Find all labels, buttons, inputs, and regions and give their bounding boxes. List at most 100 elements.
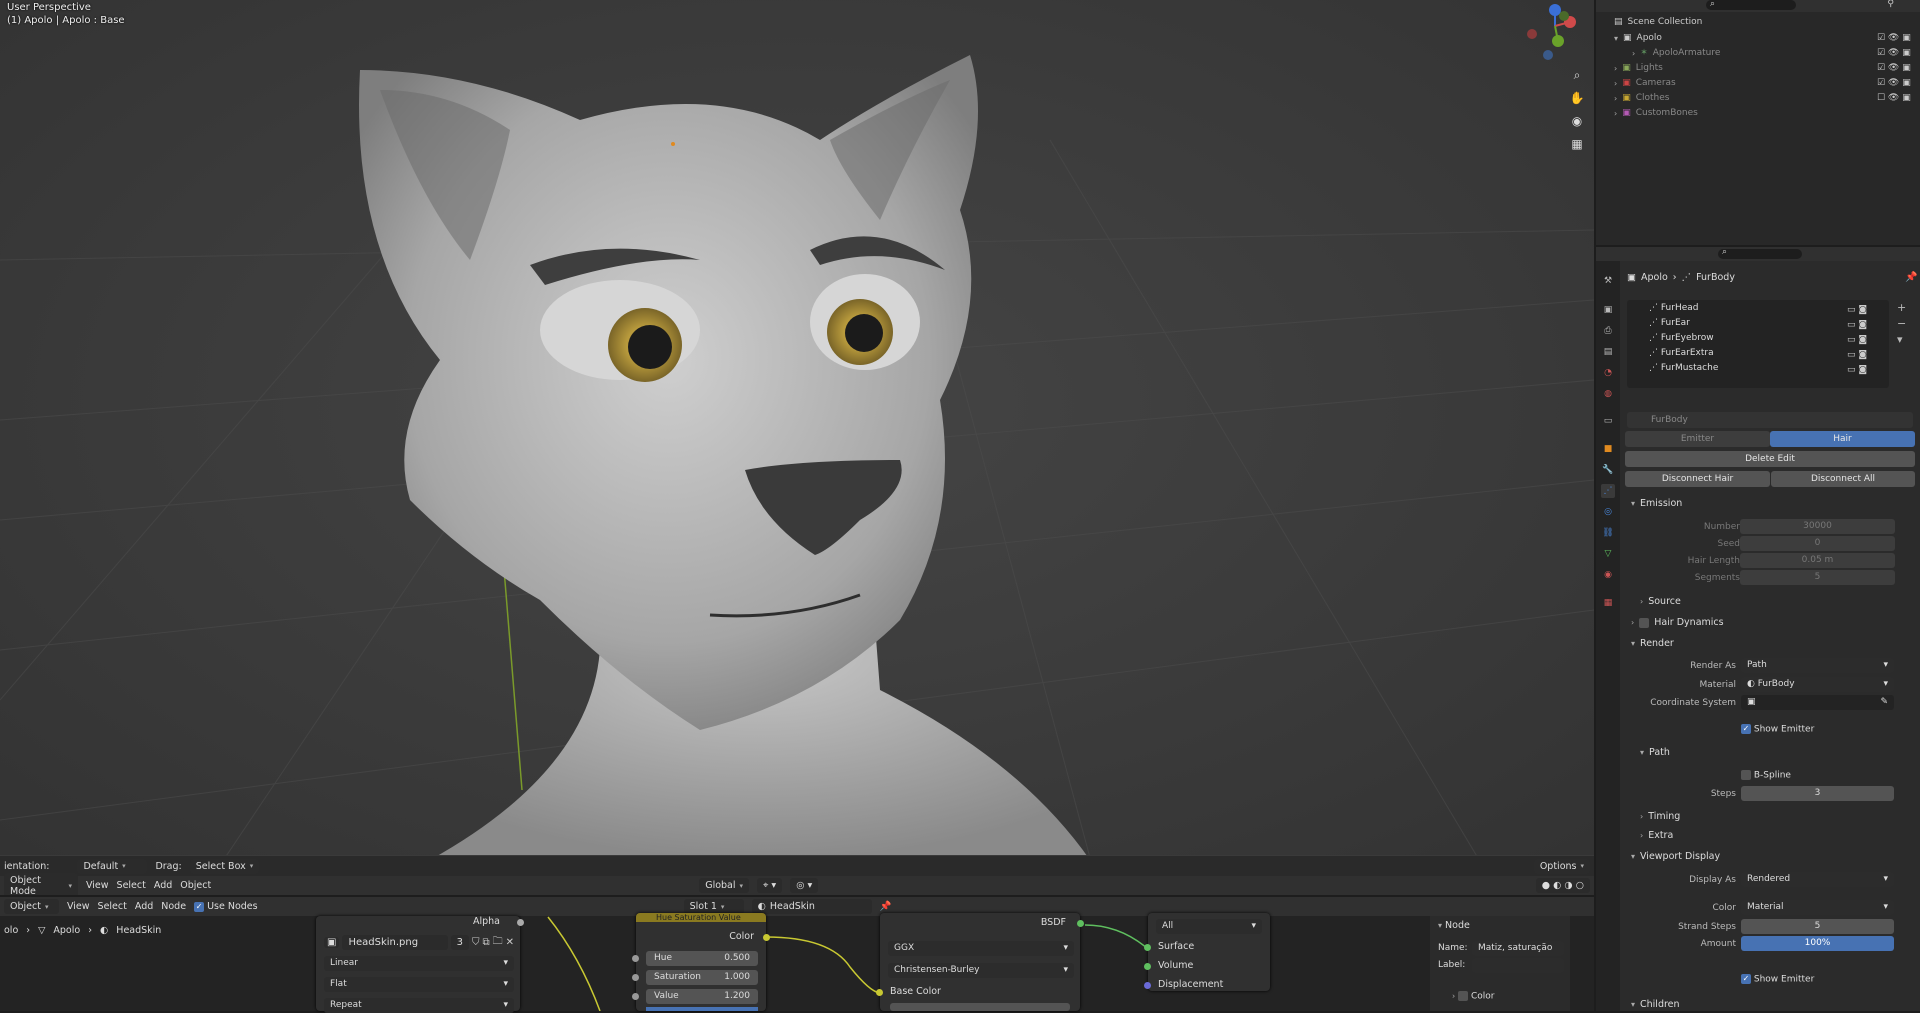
surface-socket[interactable] (1144, 944, 1151, 951)
menu-add[interactable]: Add (154, 880, 172, 891)
outliner-scene-collection[interactable]: ▤ Scene Collection (1614, 15, 1702, 29)
children-panel-header[interactable]: ▾ Children (1631, 999, 1680, 1010)
node-mode-dropdown[interactable]: Object ▾ (4, 899, 59, 914)
menu-select[interactable]: Select (117, 880, 146, 891)
principled-bsdf-node[interactable]: BSDF GGX ▾ Christensen-Burley ▾ Base Color (876, 913, 1084, 1011)
bspline-checkbox[interactable]: B-Spline (1741, 770, 1791, 781)
particle-system-item[interactable]: ⋰ FurMustache (1649, 363, 1718, 373)
drag-dropdown[interactable]: Select Box ▾ (189, 858, 260, 874)
material-selector[interactable]: ◐ HeadSkin (751, 899, 872, 914)
node-menu-add[interactable]: Add (135, 901, 153, 912)
color-dropdown[interactable]: Material ▾ (1741, 900, 1894, 915)
image-selector[interactable]: ▣ HeadSkin.png 3 ⛉ ⧉ 🗀 ✕ (324, 934, 514, 950)
eyedropper-icon[interactable]: ✎ (1880, 695, 1888, 710)
node-panel-header[interactable]: ▾ Node (1438, 920, 1470, 931)
volume-socket[interactable] (1144, 963, 1151, 970)
material-tab-icon[interactable]: ◉ (1601, 568, 1615, 582)
transform-orientation-dropdown[interactable]: Global ▾ (699, 878, 750, 893)
world-tab-icon[interactable]: ◍ (1601, 387, 1615, 401)
output-tab-icon[interactable]: ⎙ (1601, 324, 1615, 338)
interpolation-dropdown[interactable]: Linear ▾ (324, 956, 514, 971)
image-texture-node[interactable]: Alpha ▣ HeadSkin.png 3 ⛉ ⧉ 🗀 ✕ Linear ▾ F… (316, 916, 524, 1013)
projection-dropdown[interactable]: Flat ▾ (324, 977, 514, 992)
render-panel-header[interactable]: ▾ Render (1631, 638, 1674, 649)
snap-icon[interactable]: ⌖ ▾ (757, 878, 783, 893)
tool-tab-icon[interactable]: ⚒ (1601, 274, 1615, 288)
hsv-node[interactable]: Hue Saturation Value Color Hue 0.500 Satu… (632, 913, 770, 1011)
hair-tab[interactable]: Hair (1770, 431, 1915, 447)
node-label-field[interactable] (1472, 958, 1564, 973)
subsurface-method-dropdown[interactable]: Christensen-Burley ▾ (888, 963, 1074, 978)
folder-icon[interactable]: 🗀 (493, 934, 503, 951)
subsurface-field[interactable] (890, 1003, 1070, 1011)
render-tab-icon[interactable]: ▣ (1601, 303, 1615, 317)
show-emitter-checkbox[interactable]: ✓ Show Emitter (1741, 724, 1814, 735)
camera-icon[interactable]: ◉ (1567, 111, 1587, 131)
hair-length-field[interactable]: 0.05 m (1740, 553, 1895, 568)
hand-pan-icon[interactable]: ✋ (1567, 88, 1587, 108)
shading-solid-icon[interactable]: ● ◐ ◑ ○ (1535, 878, 1590, 893)
strand-steps-field[interactable]: 5 (1741, 919, 1894, 934)
hair-dynamics-panel-header[interactable]: › Hair Dynamics (1631, 617, 1724, 628)
saturation-field[interactable]: Saturation 1.000 (646, 970, 758, 985)
outliner-item-custombones[interactable]: › ▣ CustomBones (1614, 106, 1698, 120)
constraints-tab-icon[interactable]: ⛓ (1601, 526, 1615, 540)
bsdf-output-socket[interactable] (1077, 920, 1084, 927)
modifier-tab-icon[interactable]: 🔧 (1601, 463, 1615, 477)
grid-icon[interactable]: ▦ (1567, 134, 1587, 154)
timing-panel-header[interactable]: › Timing (1640, 811, 1680, 822)
value-field[interactable]: Value 1.200 (646, 989, 758, 1004)
seed-field[interactable]: 0 (1740, 536, 1895, 551)
alpha-socket[interactable] (517, 919, 524, 926)
collection-tab-icon[interactable]: ▭ (1601, 414, 1615, 428)
particle-system-item[interactable]: ⋰ FurEar (1649, 318, 1690, 328)
coordinate-system-field[interactable]: ▣ ✎ (1741, 695, 1894, 710)
outliner-item-lights[interactable]: › ▣ Lights (1614, 61, 1663, 75)
pin-icon[interactable]: 📌 (880, 901, 892, 912)
render-as-dropdown[interactable]: Path ▾ (1741, 658, 1894, 673)
particle-system-item[interactable]: ⋰ FurHead (1649, 303, 1699, 313)
material-dropdown[interactable]: ◐ FurBody ▾ (1741, 677, 1894, 692)
list-add-remove-buttons[interactable]: + − ▾ (1897, 300, 1906, 348)
emission-panel-header[interactable]: ▾ Emission (1631, 498, 1682, 509)
outliner-item-apoloarmature[interactable]: › ✶ ApoloArmature (1632, 46, 1720, 60)
base-color-socket[interactable] (876, 989, 883, 996)
target-dropdown[interactable]: All ▾ (1156, 919, 1262, 934)
disconnect-hair-button[interactable]: Disconnect Hair (1625, 471, 1770, 487)
checkbox-icon[interactable] (1639, 617, 1650, 628)
node-name-field[interactable]: Matiz, saturação ... (1472, 941, 1564, 968)
displacement-socket[interactable] (1144, 982, 1151, 989)
axis-gizmo[interactable] (1518, 0, 1590, 70)
data-tab-icon[interactable]: ▽ (1601, 547, 1615, 561)
segments-field[interactable]: 5 (1740, 570, 1895, 585)
menu-object[interactable]: Object (180, 880, 211, 891)
hue-field[interactable]: Hue 0.500 (646, 951, 758, 966)
zoom-icon[interactable]: ⌕ (1567, 65, 1587, 85)
hue-socket[interactable] (632, 955, 639, 962)
scene-tab-icon[interactable]: ◔ (1601, 366, 1615, 380)
distribution-dropdown[interactable]: GGX ▾ (888, 941, 1074, 956)
fac-slider[interactable] (646, 1007, 758, 1011)
outliner-search-input[interactable] (1706, 0, 1796, 10)
viewport-display-panel-header[interactable]: ▾ Viewport Display (1631, 851, 1720, 862)
particles-tab-icon[interactable]: ⋰ (1601, 484, 1615, 498)
texture-tab-icon[interactable]: ▦ (1601, 596, 1615, 610)
amount-slider[interactable]: 100% (1741, 936, 1894, 951)
node-menu-node[interactable]: Node (161, 901, 186, 912)
orientation-dropdown[interactable]: Default ▾ (77, 858, 148, 874)
mode-dropdown[interactable]: Object Mode ▾ (4, 872, 78, 895)
particle-system-item[interactable]: ⋰ FurEyebrow (1649, 333, 1714, 343)
color-panel-header[interactable]: › Color (1452, 991, 1494, 1002)
delete-edit-button[interactable]: Delete Edit (1625, 451, 1915, 467)
view-layer-tab-icon[interactable]: ▤ (1601, 345, 1615, 359)
object-tab-icon[interactable]: ■ (1601, 442, 1615, 456)
particle-visibility-column[interactable]: ▭ ◙ ▭ ◙ ▭ ◙ ▭ ◙ ▭ ◙ (1847, 303, 1867, 378)
particle-settings-name-field[interactable]: FurBody (1627, 412, 1913, 428)
slot-dropdown[interactable]: Slot 1 ▾ (683, 899, 744, 914)
duplicate-icon[interactable]: ⧉ (482, 937, 489, 948)
color-output-socket[interactable] (763, 934, 770, 941)
saturation-socket[interactable] (632, 974, 639, 981)
material-output-node[interactable]: All ▾ Surface Volume Displacement (1144, 913, 1270, 991)
outliner-item-clothes[interactable]: › ▣ Clothes (1614, 91, 1669, 105)
particle-system-item[interactable]: ⋰ FurEarExtra (1649, 348, 1714, 358)
